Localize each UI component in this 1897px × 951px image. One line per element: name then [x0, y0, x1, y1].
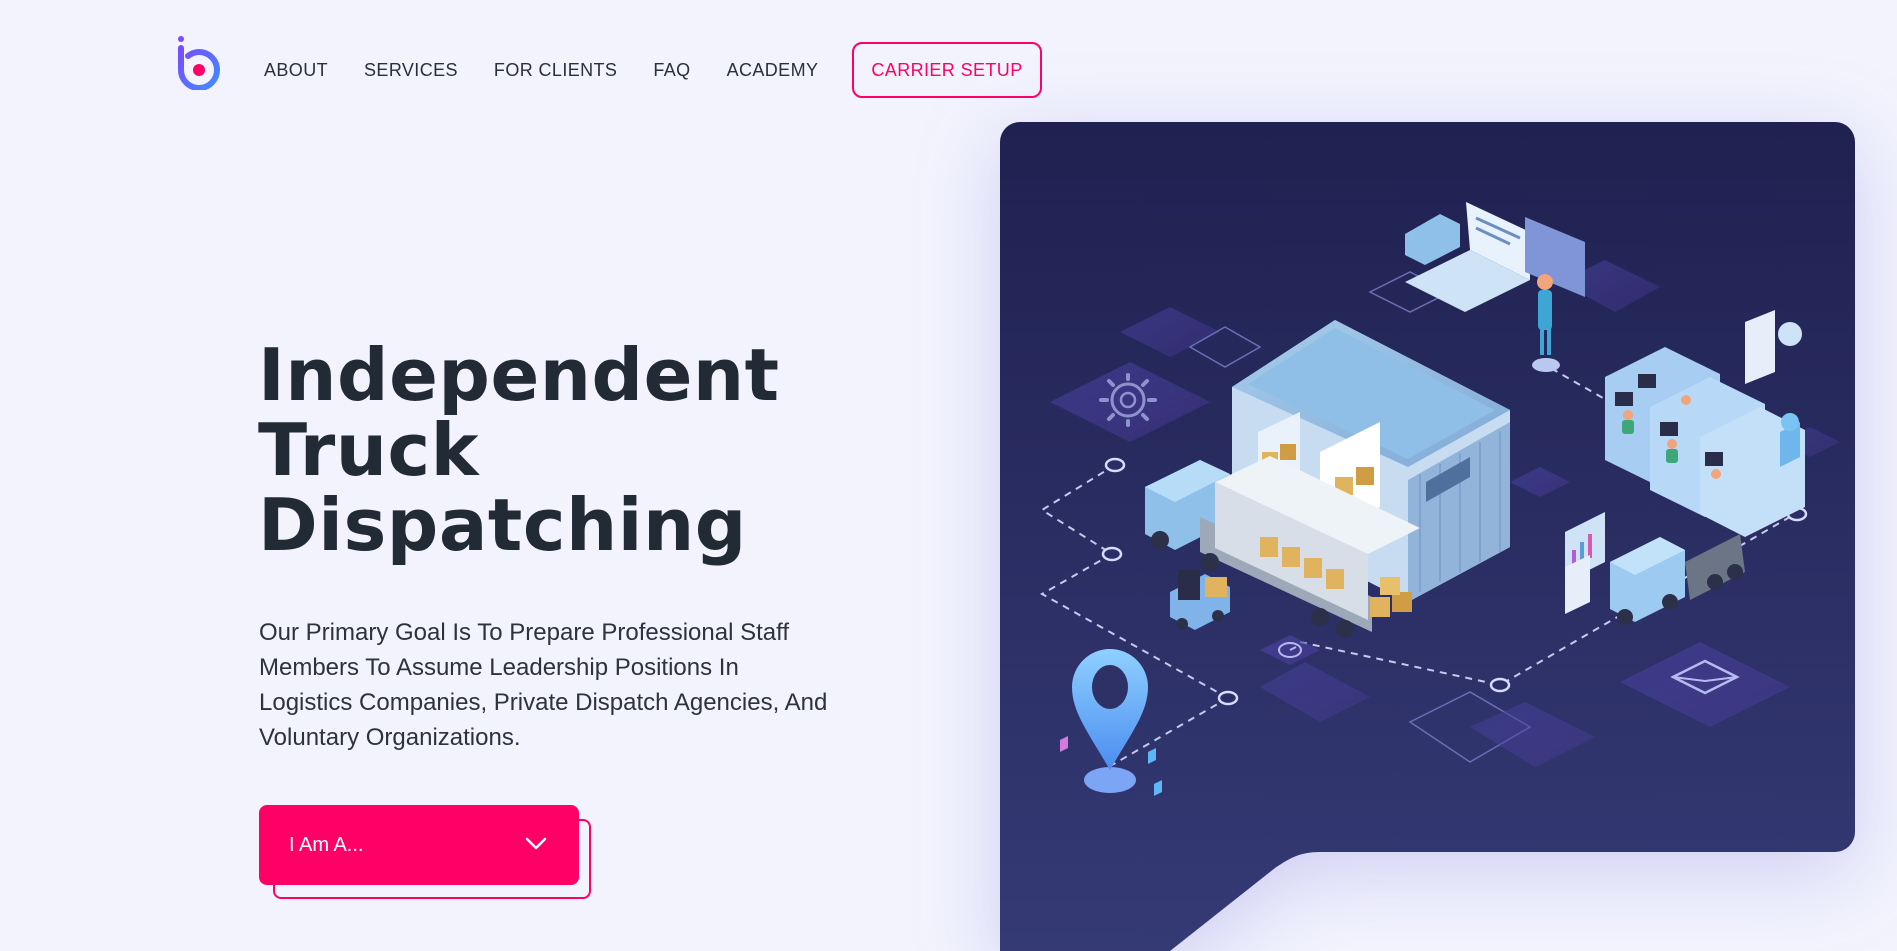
hero-title-line: Dispatching — [258, 483, 747, 567]
forklift — [1170, 570, 1230, 630]
hero-description: Our Primary Goal Is To Prepare Professio… — [259, 619, 828, 751]
nav-link-academy[interactable]: ACADEMY — [727, 60, 819, 81]
main-nav: ABOUT SERVICES FOR CLIENTS FAQ ACADEMY C… — [264, 42, 1042, 98]
nav-link-faq[interactable]: FAQ — [653, 60, 690, 81]
nav-link-services[interactable]: SERVICES — [364, 60, 458, 81]
role-select-button[interactable]: I Am A... — [259, 805, 579, 885]
brand-logo-icon[interactable] — [176, 32, 222, 91]
role-select-label: I Am A... — [289, 833, 364, 856]
chevron-down-icon — [525, 837, 547, 854]
nav-link-about[interactable]: ABOUT — [264, 60, 328, 81]
hero-illustration — [1000, 122, 1855, 951]
carrier-setup-button[interactable]: CARRIER SETUP — [852, 42, 1042, 98]
hero-title-line: Independent — [258, 333, 780, 417]
hero-title-line: Truck — [258, 408, 480, 492]
role-select: I Am A... — [259, 805, 591, 899]
nav-link-for-clients[interactable]: FOR CLIENTS — [494, 60, 617, 81]
hero-title: Independent Truck Dispatching — [258, 338, 858, 563]
page: ABOUT SERVICES FOR CLIENTS FAQ ACADEMY C… — [0, 0, 1897, 951]
